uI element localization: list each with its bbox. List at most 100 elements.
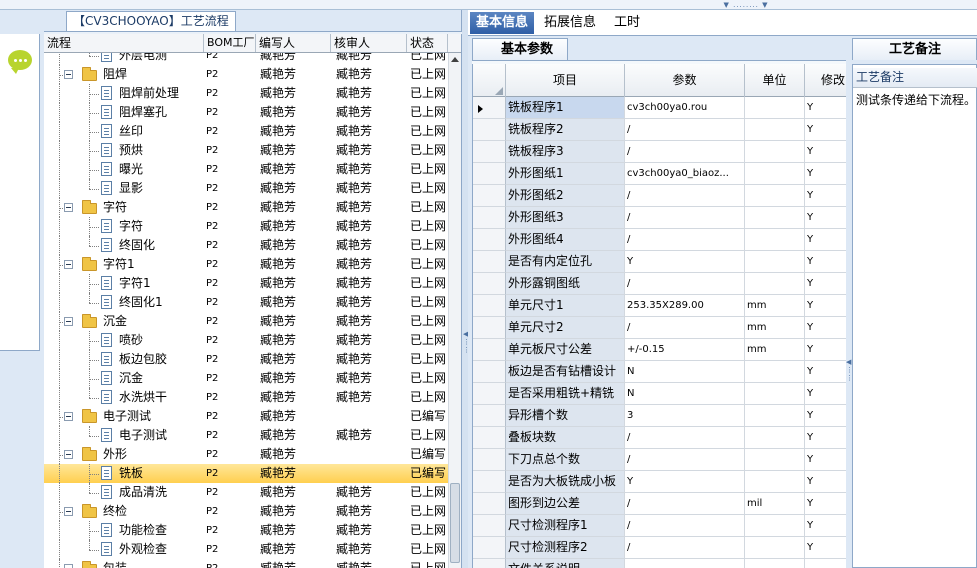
param-value-cell[interactable]: / bbox=[625, 141, 745, 163]
tree-group-row[interactable]: 字符 P2 臧艳芳 臧艳芳 已上网 bbox=[44, 198, 448, 217]
param-row[interactable]: 单元尺寸1 253.35X289.00 mm Y bbox=[473, 295, 846, 317]
tree-group-row[interactable]: 外形 P2 臧艳芳 已编写 bbox=[44, 445, 448, 464]
tab-process-notes[interactable]: 工艺备注 bbox=[852, 38, 977, 60]
param-value-cell[interactable]: cv3ch00ya0_biaoz... bbox=[625, 163, 745, 185]
collapse-toggle-icon[interactable] bbox=[64, 70, 73, 79]
tab-basic-info[interactable]: 基本信息 bbox=[470, 12, 535, 34]
collapse-toggle-icon[interactable] bbox=[64, 260, 73, 269]
collapse-toggle-icon[interactable] bbox=[64, 564, 73, 568]
param-unit-cell[interactable] bbox=[745, 449, 805, 471]
tree-step-row[interactable]: 功能检查 P2 臧艳芳 臧艳芳 已上网 bbox=[44, 521, 448, 540]
tree-step-row[interactable]: 铣板 P2 臧艳芳 已编写 bbox=[44, 464, 448, 483]
param-value-cell[interactable]: Y bbox=[625, 251, 745, 273]
tree-step-row[interactable]: 阻焊塞孔 P2 臧艳芳 臧艳芳 已上网 bbox=[44, 103, 448, 122]
param-value-cell[interactable]: / bbox=[625, 537, 745, 559]
param-modify-cell[interactable]: Y bbox=[805, 471, 846, 493]
row-indicator[interactable] bbox=[473, 163, 506, 185]
tree-step-row[interactable]: 成品清洗 P2 臧艳芳 臧艳芳 已上网 bbox=[44, 483, 448, 502]
param-row[interactable]: 叠板块数 / Y bbox=[473, 427, 846, 449]
param-value-cell[interactable]: / bbox=[625, 449, 745, 471]
process-flow-tab[interactable]: 【CV3CHOOYAO】工艺流程 bbox=[66, 11, 236, 31]
param-unit-cell[interactable] bbox=[745, 229, 805, 251]
row-indicator[interactable] bbox=[473, 207, 506, 229]
param-value-cell[interactable]: / bbox=[625, 317, 745, 339]
collapse-toggle-icon[interactable] bbox=[64, 317, 73, 326]
param-value-cell[interactable]: +/-0.15 bbox=[625, 339, 745, 361]
param-modify-cell[interactable]: Y bbox=[805, 427, 846, 449]
tree-group-row[interactable]: 终检 P2 臧艳芳 臧艳芳 已上网 bbox=[44, 502, 448, 521]
notes-text[interactable]: 测试条传递给下流程。 bbox=[856, 91, 976, 108]
param-unit-cell[interactable] bbox=[745, 361, 805, 383]
param-value-cell[interactable]: / bbox=[625, 207, 745, 229]
tree-step-row[interactable]: 板边包胶 P2 臧艳芳 臧艳芳 已上网 bbox=[44, 350, 448, 369]
col-header-reviewer[interactable]: 核审人 bbox=[331, 34, 407, 52]
tree-step-row[interactable]: 字符 P2 臧艳芳 臧艳芳 已上网 bbox=[44, 217, 448, 236]
tab-extended-info[interactable]: 拓展信息 bbox=[538, 12, 602, 34]
param-value-cell[interactable]: / bbox=[625, 273, 745, 295]
param-row[interactable]: 单元尺寸2/mm Y bbox=[473, 317, 846, 339]
param-modify-cell[interactable]: Y bbox=[805, 493, 846, 515]
tree-step-row[interactable]: 终固化 P2 臧艳芳 臧艳芳 已上网 bbox=[44, 236, 448, 255]
row-indicator[interactable] bbox=[473, 185, 506, 207]
param-row[interactable]: 异形槽个数 3 Y bbox=[473, 405, 846, 427]
tree-group-row[interactable]: 阻焊 P2 臧艳芳 臧艳芳 已上网 bbox=[44, 65, 448, 84]
collapse-toggle-icon[interactable] bbox=[64, 203, 73, 212]
row-indicator[interactable] bbox=[473, 141, 506, 163]
row-indicator[interactable] bbox=[473, 383, 506, 405]
param-value-cell[interactable]: 3 bbox=[625, 405, 745, 427]
param-value-cell[interactable]: / bbox=[625, 427, 745, 449]
param-unit-cell[interactable] bbox=[745, 427, 805, 449]
param-value-cell[interactable]: N bbox=[625, 361, 745, 383]
param-value-cell[interactable]: cv3ch00ya0.rou bbox=[625, 97, 745, 119]
tree-step-row[interactable]: 阻焊前处理 P2 臧艳芳 臧艳芳 已上网 bbox=[44, 84, 448, 103]
row-indicator[interactable] bbox=[473, 251, 506, 273]
tree-step-row[interactable]: 预烘 P2 臧艳芳 臧艳芳 已上网 bbox=[44, 141, 448, 160]
param-row[interactable]: 铣板程序1 cv3ch00ya0.rou Y bbox=[473, 97, 846, 119]
param-modify-cell[interactable]: Y bbox=[805, 273, 846, 295]
collapse-toggle-icon[interactable] bbox=[64, 450, 73, 459]
param-modify-cell[interactable]: Y bbox=[805, 229, 846, 251]
grid-col-modify[interactable]: 修改 bbox=[805, 64, 846, 97]
tree-step-row[interactable]: 显影 P2 臧艳芳 臧艳芳 已上网 bbox=[44, 179, 448, 198]
param-modify-cell[interactable]: Y bbox=[805, 163, 846, 185]
col-header-status[interactable]: 状态 bbox=[407, 34, 448, 52]
row-indicator[interactable] bbox=[473, 537, 506, 559]
tree-step-row[interactable]: 喷砂 P2 臧艳芳 臧艳芳 已上网 bbox=[44, 331, 448, 350]
param-unit-cell[interactable]: mm bbox=[745, 339, 805, 361]
row-indicator[interactable] bbox=[473, 471, 506, 493]
row-indicator[interactable] bbox=[473, 339, 506, 361]
param-value-cell[interactable]: 253.35X289.00 bbox=[625, 295, 745, 317]
grid-corner[interactable] bbox=[473, 64, 506, 97]
row-indicator[interactable] bbox=[473, 515, 506, 537]
param-unit-cell[interactable] bbox=[745, 141, 805, 163]
tree-group-row[interactable]: 电子测试 P2 臧艳芳 已编写 bbox=[44, 407, 448, 426]
param-row[interactable]: 是否为大板铣成小板 Y Y bbox=[473, 471, 846, 493]
row-indicator[interactable] bbox=[473, 295, 506, 317]
tree-step-row[interactable]: 水洗烘干 P2 臧艳芳 臧艳芳 已上网 bbox=[44, 388, 448, 407]
param-modify-cell[interactable]: Y bbox=[805, 207, 846, 229]
param-modify-cell[interactable]: Y bbox=[805, 361, 846, 383]
param-value-cell[interactable]: / bbox=[625, 119, 745, 141]
tree-step-row[interactable]: 终固化1 P2 臧艳芳 臧艳芳 已上网 bbox=[44, 293, 448, 312]
param-modify-cell[interactable]: Y bbox=[805, 295, 846, 317]
param-unit-cell[interactable] bbox=[745, 185, 805, 207]
param-unit-cell[interactable] bbox=[745, 559, 805, 568]
top-collapse-handle[interactable]: ▼ ........ ▼ bbox=[716, 2, 776, 9]
param-row[interactable]: 尺寸检测程序2/ Y bbox=[473, 537, 846, 559]
tab-work-hours[interactable]: 工时 bbox=[608, 12, 646, 34]
param-row[interactable]: 外形图纸3/ Y bbox=[473, 207, 846, 229]
param-value-cell[interactable]: / bbox=[625, 229, 745, 251]
row-indicator[interactable] bbox=[473, 427, 506, 449]
param-value-cell[interactable]: Y bbox=[625, 471, 745, 493]
scroll-thumb[interactable] bbox=[450, 483, 460, 563]
param-unit-cell[interactable] bbox=[745, 97, 805, 119]
param-unit-cell[interactable] bbox=[745, 207, 805, 229]
collapse-toggle-icon[interactable] bbox=[64, 507, 73, 516]
param-modify-cell[interactable] bbox=[805, 559, 846, 568]
row-indicator[interactable] bbox=[473, 449, 506, 471]
param-row[interactable]: 图形到边公差 / mil Y bbox=[473, 493, 846, 515]
param-value-cell[interactable] bbox=[625, 559, 745, 568]
scroll-up-arrow-icon[interactable] bbox=[451, 57, 459, 62]
tree-step-row[interactable]: 字符1 P2 臧艳芳 臧艳芳 已上网 bbox=[44, 274, 448, 293]
col-header-bom[interactable]: BOM工厂 bbox=[204, 34, 256, 52]
